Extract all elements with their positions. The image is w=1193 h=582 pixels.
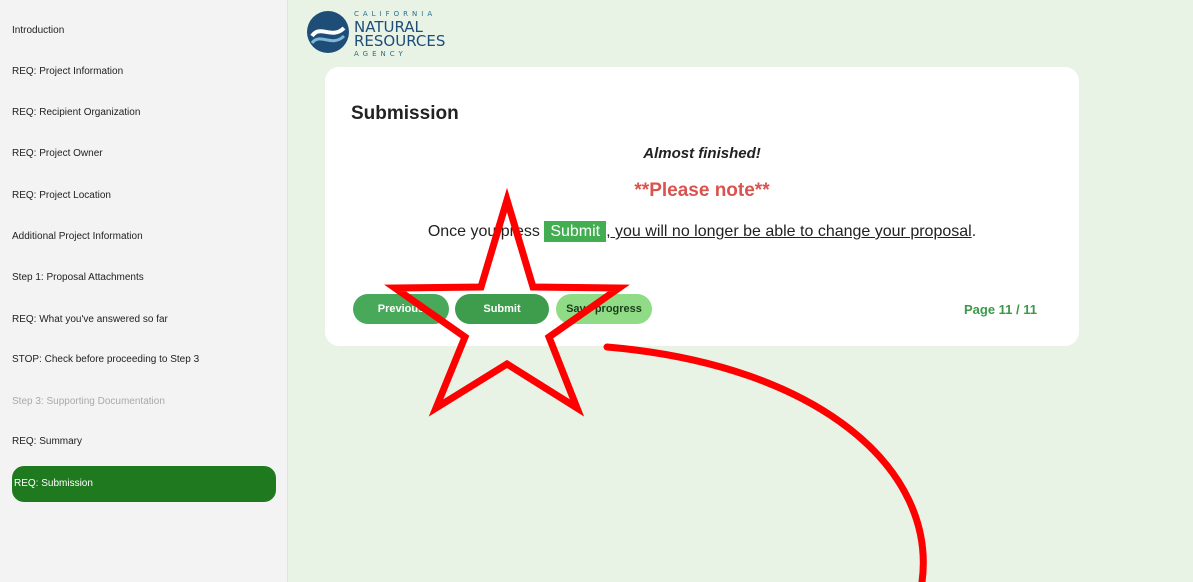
sidebar-item-proposal-attachments[interactable]: Step 1: Proposal Attachments bbox=[12, 260, 276, 296]
submit-button[interactable]: Submit bbox=[455, 294, 549, 324]
logo-california-text: CALIFORNIA bbox=[354, 10, 437, 18]
almost-finished-text: Almost finished! bbox=[643, 145, 761, 162]
sidebar-item-additional-project-information[interactable]: Additional Project Information bbox=[12, 219, 276, 255]
agency-logo: CALIFORNIA NATURAL RESOURCES AGENCY bbox=[306, 10, 466, 60]
sidebar-item-project-owner[interactable]: REQ: Project Owner bbox=[12, 136, 276, 172]
please-note-text: **Please note** bbox=[634, 180, 770, 201]
sidebar-item-answered-so-far[interactable]: REQ: What you've answered so far bbox=[12, 302, 276, 338]
save-progress-button[interactable]: Save progress bbox=[556, 294, 652, 324]
annotation-arrow-curve bbox=[603, 343, 927, 582]
logo-resources-text: RESOURCES bbox=[354, 32, 446, 50]
sidebar-item-summary[interactable]: REQ: Summary bbox=[12, 424, 276, 460]
page-indicator: Page 11 / 11 bbox=[963, 302, 1037, 317]
warning-underlined-text: , you will no longer be able to change y… bbox=[606, 223, 972, 240]
previous-button[interactable]: Previous bbox=[353, 294, 449, 324]
logo-emblem-icon bbox=[307, 11, 349, 53]
sidebar-item-introduction[interactable]: Introduction bbox=[12, 13, 276, 49]
page-title: Submission bbox=[351, 103, 459, 124]
sidebar-item-check-before-step-3[interactable]: STOP: Check before proceeding to Step 3 bbox=[12, 342, 276, 378]
sidebar-nav: Introduction REQ: Project Information RE… bbox=[0, 0, 288, 582]
warning-prefix: Once you press bbox=[427, 223, 545, 240]
warning-suffix: . bbox=[971, 223, 977, 240]
submit-warning-text: Once you press Submit, you will no longe… bbox=[325, 221, 1079, 242]
submission-card: Submission Almost finished! **Please not… bbox=[325, 67, 1079, 346]
sidebar-item-project-location[interactable]: REQ: Project Location bbox=[12, 178, 276, 214]
sidebar-item-submission[interactable]: REQ: Submission bbox=[12, 466, 276, 502]
logo-agency-text: AGENCY bbox=[354, 50, 407, 58]
sidebar-item-supporting-documentation: Step 3: Supporting Documentation bbox=[12, 396, 165, 407]
sidebar-item-project-information[interactable]: REQ: Project Information bbox=[12, 54, 276, 90]
submit-highlight: Submit bbox=[544, 221, 607, 242]
sidebar-item-recipient-organization[interactable]: REQ: Recipient Organization bbox=[12, 95, 276, 131]
